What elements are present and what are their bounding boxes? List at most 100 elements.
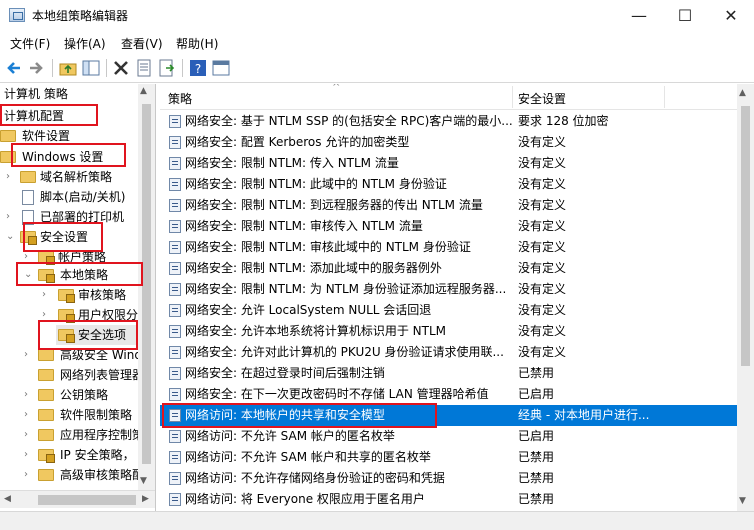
list-vertical-scrollbar[interactable]: ▲ ▼ [737, 84, 754, 511]
table-row[interactable]: 网络安全: 允许 LocalSystem NULL 会话回退 没有定义 [160, 300, 754, 321]
expand-arrow-icon[interactable]: › [24, 385, 34, 405]
menu-file[interactable]: 文件(F) [10, 35, 50, 52]
security-folder-icon [58, 329, 75, 343]
expand-arrow-icon[interactable]: › [6, 207, 16, 227]
window-title: 本地组策略编辑器 [32, 9, 129, 23]
maximize-button[interactable]: ☐ [662, 0, 708, 31]
scroll-down-icon[interactable]: ▼ [140, 476, 147, 486]
tree-horizontal-scrollbar[interactable]: ◀ ▶ [0, 490, 155, 508]
scroll-left-icon[interactable]: ◀ [4, 494, 11, 504]
tree-item-scripts[interactable]: 脚本(启动/关机) [0, 187, 140, 207]
security-folder-icon [58, 309, 75, 323]
table-row[interactable]: 网络安全: 限制 NTLM: 到远程服务器的传出 NTLM 流量 没有定义 [160, 195, 754, 216]
expand-arrow-icon[interactable]: › [24, 247, 34, 267]
table-row[interactable]: 网络安全: 限制 NTLM: 传入 NTLM 流量 没有定义 [160, 153, 754, 174]
up-folder-icon[interactable] [59, 59, 77, 77]
tree-item-software-restriction[interactable]: › 软件限制策略 [0, 405, 140, 425]
status-bar [0, 511, 754, 530]
tree-item-app-control[interactable]: › 应用程序控制策 [0, 425, 144, 445]
policy-icon [169, 283, 181, 296]
table-row[interactable]: 网络安全: 限制 NTLM: 添加此域中的服务器例外 没有定义 [160, 258, 754, 279]
ip-security-icon [38, 449, 55, 463]
table-row[interactable]: 网络安全: 配置 Kerberos 允许的加密类型 没有定义 [160, 132, 754, 153]
security-folder-icon [38, 251, 55, 265]
tree-item-advanced-firewall[interactable]: › 高级安全 Wind [0, 345, 142, 365]
table-row[interactable]: 网络访问: 本地帐户的共享和安全模型 经典 - 对本地用户进行... [160, 405, 754, 426]
policy-name: 网络安全: 限制 NTLM: 此域中的 NTLM 身份验证 [185, 177, 447, 191]
scroll-up-icon[interactable]: ▲ [140, 86, 147, 96]
menu-view[interactable]: 查看(V) [121, 35, 163, 52]
tree-item-audit-policy[interactable]: › 审核策略 [0, 285, 140, 305]
tree-item-advanced-audit[interactable]: › 高级审核策略配 [0, 465, 144, 485]
tree-item-local-policies[interactable]: ⌄ 本地策略 [0, 265, 140, 285]
menu-help[interactable]: 帮助(H) [176, 35, 218, 52]
table-row[interactable]: 网络安全: 在超过登录时间后强制注销 已禁用 [160, 363, 754, 384]
tree-item-name-resolution-policy[interactable]: › 域名解析策略 [0, 167, 140, 187]
properties-icon[interactable] [135, 59, 153, 77]
show-hide-tree-icon[interactable] [82, 59, 100, 77]
expand-arrow-icon[interactable]: › [24, 345, 34, 365]
tree-item-security-settings[interactable]: ⌄ 安全设置 [0, 227, 140, 247]
tree-item-windows-settings[interactable]: Windows 设置 [0, 147, 140, 167]
scrollbar-thumb[interactable] [142, 104, 151, 464]
tree-item-account-policies[interactable]: › 帐户策略 [0, 247, 140, 267]
tree-vertical-scrollbar[interactable]: ▲ ▼ [138, 84, 155, 490]
table-row[interactable]: 网络安全: 允许本地系统将计算机标识用于 NTLM 没有定义 [160, 321, 754, 342]
table-row[interactable]: 网络安全: 限制 NTLM: 审核传入 NTLM 流量 没有定义 [160, 216, 754, 237]
column-divider[interactable] [512, 86, 513, 108]
scrollbar-thumb[interactable] [741, 106, 750, 366]
forward-arrow-icon[interactable] [27, 59, 45, 77]
delete-icon[interactable] [112, 59, 130, 77]
expand-arrow-icon[interactable]: › [24, 405, 34, 425]
table-row[interactable]: 网络访问: 不允许 SAM 帐户和共享的匿名枚举 已禁用 [160, 447, 754, 468]
column-header-policy[interactable]: 策略 [168, 90, 192, 107]
expand-arrow-icon[interactable]: › [6, 167, 16, 187]
policy-icon [169, 451, 181, 464]
tree-item-public-key-policies[interactable]: › 公钥策略 [0, 385, 140, 405]
table-row[interactable]: 网络安全: 基于 NTLM SSP 的(包括安全 RPC)客户端的最小... 要求… [160, 111, 754, 132]
menu-action[interactable]: 操作(A) [64, 35, 106, 52]
tree-item-deployed-printers[interactable]: › 已部署的打印机 [0, 207, 140, 227]
scroll-right-icon[interactable]: ▶ [142, 494, 149, 504]
folder-icon [38, 389, 54, 401]
tree-item-security-options[interactable]: 安全选项 [56, 325, 138, 345]
expand-arrow-icon[interactable]: › [42, 305, 52, 325]
column-divider[interactable] [664, 86, 665, 108]
scroll-down-icon[interactable]: ▼ [739, 496, 746, 506]
tree-item-user-rights[interactable]: › 用户权限分 [0, 305, 140, 325]
toolbar-separator [106, 59, 107, 77]
column-header-setting[interactable]: 安全设置 [518, 90, 566, 107]
expand-arrow-icon[interactable]: › [24, 425, 34, 445]
table-row[interactable]: 网络安全: 限制 NTLM: 为 NTLM 身份验证添加远程服务器... 没有定义 [160, 279, 754, 300]
help-topics-icon[interactable] [212, 59, 230, 77]
tree-item-software-settings[interactable]: 软件设置 [0, 126, 140, 146]
help-icon[interactable]: ? [189, 59, 207, 77]
collapse-arrow-icon[interactable]: ⌄ [6, 227, 16, 247]
minimize-button[interactable]: — [616, 0, 662, 31]
table-row[interactable]: 网络安全: 在下一次更改密码时不存储 LAN 管理器哈希值 已启用 [160, 384, 754, 405]
tree-item-label: 域名解析策略 [40, 170, 113, 184]
refresh-icon[interactable] [158, 59, 176, 77]
back-arrow-icon[interactable] [5, 59, 23, 77]
table-row[interactable]: 网络安全: 允许对此计算机的 PKU2U 身份验证请求使用联... 没有定义 [160, 342, 754, 363]
policy-setting: 已禁用 [518, 366, 555, 380]
table-row[interactable]: 网络访问: 不允许存储网络身份验证的密码和凭据 已禁用 [160, 468, 754, 489]
table-row[interactable]: 网络访问: 不允许 SAM 帐户的匿名枚举 已启用 [160, 426, 754, 447]
expand-arrow-icon[interactable]: › [42, 285, 52, 305]
tree-root[interactable]: 计算机 策略 [4, 84, 68, 104]
table-row[interactable]: 网络安全: 限制 NTLM: 此域中的 NTLM 身份验证 没有定义 [160, 174, 754, 195]
table-row[interactable]: 网络访问: 将 Everyone 权限应用于匿名用户 已禁用 [160, 489, 754, 510]
close-button[interactable]: ✕ [708, 0, 754, 31]
policy-icon [169, 157, 181, 170]
scrollbar-thumb[interactable] [38, 495, 136, 505]
tree-item-computer-config[interactable]: 计算机配置 [4, 106, 64, 126]
toolbar: ? [0, 53, 754, 83]
expand-arrow-icon[interactable]: › [24, 465, 34, 485]
table-row[interactable]: 网络安全: 限制 NTLM: 审核此域中的 NTLM 身份验证 没有定义 [160, 237, 754, 258]
collapse-arrow-icon[interactable]: ⌄ [24, 265, 34, 285]
tree-item-ip-security[interactable]: › IP 安全策略， [0, 445, 140, 465]
tree-item-label: 高级安全 Wind [60, 348, 142, 362]
expand-arrow-icon[interactable]: › [24, 445, 34, 465]
tree-item-network-list-manager[interactable]: 网络列表管理器 [0, 365, 144, 385]
scroll-up-icon[interactable]: ▲ [739, 88, 746, 98]
